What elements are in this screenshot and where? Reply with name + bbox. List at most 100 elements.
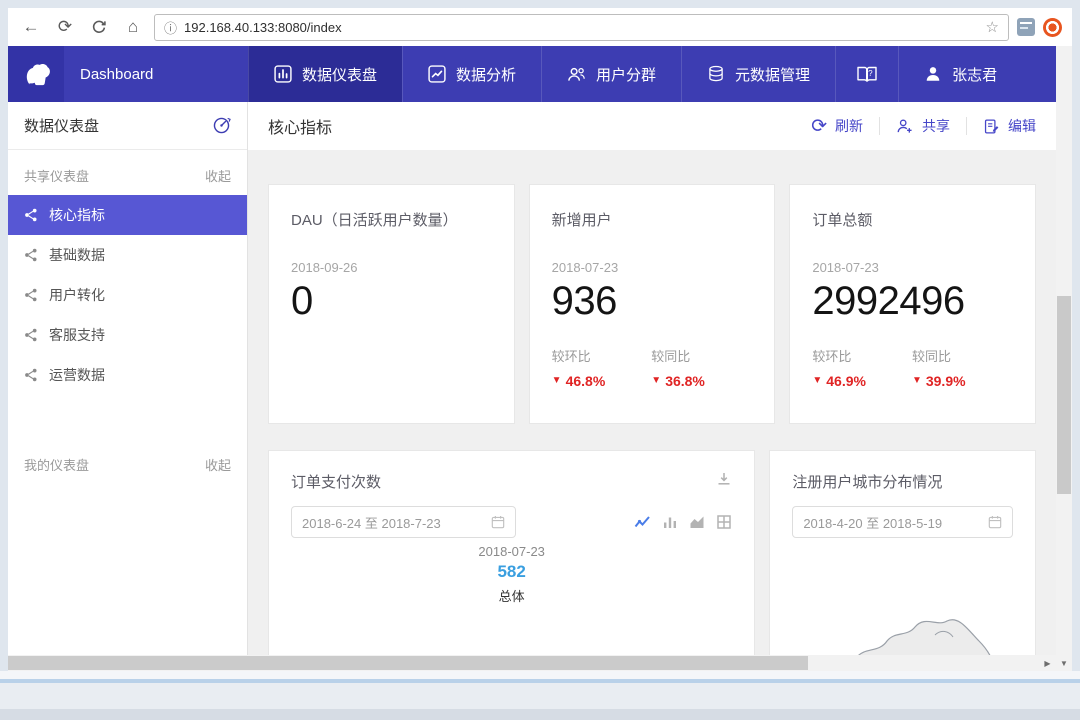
sidebar-item-operations-data[interactable]: 运营数据 xyxy=(8,355,247,395)
bar-chart-icon xyxy=(274,65,292,83)
database-icon xyxy=(707,65,725,83)
mom-value: 46.9% xyxy=(826,373,866,389)
yoy-value: 39.9% xyxy=(926,373,966,389)
down-arrow-icon: ▼ xyxy=(912,376,922,386)
svg-text:?: ? xyxy=(868,69,873,78)
bar-chart-type-icon[interactable] xyxy=(662,514,678,530)
reload-button[interactable] xyxy=(86,14,112,40)
nav-item-user-segments[interactable]: 用户分群 xyxy=(541,46,681,102)
app-logo xyxy=(8,46,64,102)
calendar-icon xyxy=(491,515,505,529)
horizontal-scrollbar[interactable]: ▶ xyxy=(8,655,1056,671)
vertical-scrollbar[interactable] xyxy=(1056,46,1072,655)
url-text[interactable]: 192.168.40.133:8080/index xyxy=(184,20,979,35)
browser-menu-icon[interactable] xyxy=(1043,18,1062,37)
mom-label: 较环比 xyxy=(812,346,866,365)
refresh-label: 刷新 xyxy=(835,116,863,136)
extension-icon[interactable] xyxy=(1017,18,1035,36)
date-range-picker[interactable]: 2018-4-20 至 2018-5-19 xyxy=(792,506,1013,538)
refresh-action-button[interactable]: ⟳ 刷新 xyxy=(811,116,863,136)
delta-row: 较环比 ▼ 46.8% 较同比 ▼ 36.8% xyxy=(552,346,753,389)
tooltip-value: 582 xyxy=(291,562,732,582)
scroll-down-arrow[interactable]: ▼ xyxy=(1056,655,1072,671)
site-info-icon[interactable]: ⓘ xyxy=(164,18,177,37)
kpi-value: 0 xyxy=(291,279,492,324)
nav-item-user-profile[interactable]: 张志君 xyxy=(898,46,1022,102)
back-button[interactable]: ← xyxy=(18,14,44,40)
sidebar-item-core-metrics[interactable]: 核心指标 xyxy=(8,195,247,235)
sidebar: 数据仪表盘 共享仪表盘 收起 核心指标 xyxy=(8,102,248,655)
section-title: 我的仪表盘 xyxy=(24,455,89,474)
kpi-date: 2018-07-23 xyxy=(552,260,753,275)
card-title: 注册用户城市分布情况 xyxy=(792,471,1013,492)
help-book-icon: ? xyxy=(856,64,878,84)
down-arrow-icon: ▼ xyxy=(552,376,562,386)
scroll-right-arrow[interactable]: ▶ xyxy=(1040,655,1055,671)
collapse-toggle[interactable]: 收起 xyxy=(205,166,231,185)
sidebar-item-user-conversion[interactable]: 用户转化 xyxy=(8,275,247,315)
mom-delta: 较环比 ▼ 46.8% xyxy=(552,346,606,389)
users-icon xyxy=(567,65,586,84)
sidebar-header: 数据仪表盘 xyxy=(8,102,247,150)
chart-controls: 2018-6-24 至 2018-7-23 xyxy=(291,506,732,538)
brand: Dashboard xyxy=(8,46,248,102)
mom-delta: 较环比 ▼ 46.9% xyxy=(812,346,866,389)
area-chart-type-icon[interactable] xyxy=(689,514,705,530)
date-range-picker[interactable]: 2018-6-24 至 2018-7-23 xyxy=(291,506,516,538)
charts-row: 订单支付次数 2018-6-24 至 2018-7-23 xyxy=(268,450,1036,655)
edit-action-button[interactable]: 编辑 xyxy=(983,116,1036,136)
kpi-value: 2992496 xyxy=(812,279,1013,324)
gauge-icon[interactable] xyxy=(212,116,231,135)
yoy-delta: 较同比 ▼ 36.8% xyxy=(651,346,705,389)
header-actions: ⟳ 刷新 共享 xyxy=(811,116,1036,136)
nav-item-dashboards[interactable]: 数据仪表盘 xyxy=(248,46,402,102)
address-bar[interactable]: ⓘ 192.168.40.133:8080/index ☆ xyxy=(154,14,1009,41)
table-chart-type-icon[interactable] xyxy=(716,514,732,530)
date-range-value: 2018-4-20 至 2018-5-19 xyxy=(803,513,942,532)
nav-item-help-docs[interactable]: ? xyxy=(835,46,898,102)
edit-label: 编辑 xyxy=(1008,116,1036,136)
line-chart-icon xyxy=(428,65,446,83)
yoy-label: 较同比 xyxy=(651,346,705,365)
dashboard-content: DAU（日活跃用户数量） 2018-09-26 0 新增用户 2018-07-2… xyxy=(248,150,1056,655)
page-body: 数据仪表盘 共享仪表盘 收起 核心指标 xyxy=(8,102,1056,655)
card-city-distribution: 注册用户城市分布情况 2018-4-20 至 2018-5-19 xyxy=(769,450,1036,655)
share-icon xyxy=(24,208,38,222)
sidebar-item-basic-data[interactable]: 基础数据 xyxy=(8,235,247,275)
tooltip-date: 2018-07-23 xyxy=(291,544,732,559)
home-button[interactable]: ⌂ xyxy=(120,14,146,40)
nav-item-metadata[interactable]: 元数据管理 xyxy=(681,46,835,102)
sidebar-item-label: 客服支持 xyxy=(49,325,105,345)
calendar-icon xyxy=(988,515,1002,529)
horizontal-scrollbar-thumb[interactable] xyxy=(8,656,808,670)
yoy-value: 36.8% xyxy=(665,373,705,389)
date-range-value: 2018-6-24 至 2018-7-23 xyxy=(302,513,441,532)
bookmark-star-icon[interactable]: ☆ xyxy=(986,18,999,36)
share-icon xyxy=(24,288,38,302)
nav-item-label: 用户分群 xyxy=(596,64,656,85)
sidebar-item-label: 用户转化 xyxy=(49,285,105,305)
line-chart-type-icon[interactable] xyxy=(634,514,651,530)
divider xyxy=(879,117,880,135)
delta-row: 较环比 ▼ 46.9% 较同比 ▼ 39.9% xyxy=(812,346,1013,389)
kpi-date: 2018-09-26 xyxy=(291,260,492,275)
main-header: 核心指标 ⟳ 刷新 共享 xyxy=(248,102,1056,150)
share-action-button[interactable]: 共享 xyxy=(896,116,950,136)
download-icon[interactable] xyxy=(716,471,732,492)
card-title: 订单总额 xyxy=(812,209,1013,230)
nav-item-label: 元数据管理 xyxy=(735,64,810,85)
my-dashboards-section: 我的仪表盘 收起 xyxy=(8,439,247,484)
refresh-button[interactable]: ⟳ xyxy=(52,14,78,40)
card-order-amount: 订单总额 2018-07-23 2992496 较环比 ▼ 46.9% 较同比 xyxy=(789,184,1036,424)
collapse-toggle[interactable]: 收起 xyxy=(205,455,231,474)
nav-item-label: 数据仪表盘 xyxy=(302,64,377,85)
window-frame xyxy=(0,671,1080,679)
vertical-scrollbar-thumb[interactable] xyxy=(1057,296,1071,494)
sidebar-item-customer-support[interactable]: 客服支持 xyxy=(8,315,247,355)
user-icon xyxy=(924,65,942,83)
refresh-icon: ⟳ xyxy=(811,117,827,136)
nav-item-analysis[interactable]: 数据分析 xyxy=(402,46,541,102)
yoy-label: 较同比 xyxy=(912,346,966,365)
window-frame xyxy=(0,683,1080,709)
card-order-payments: 订单支付次数 2018-6-24 至 2018-7-23 xyxy=(268,450,755,655)
